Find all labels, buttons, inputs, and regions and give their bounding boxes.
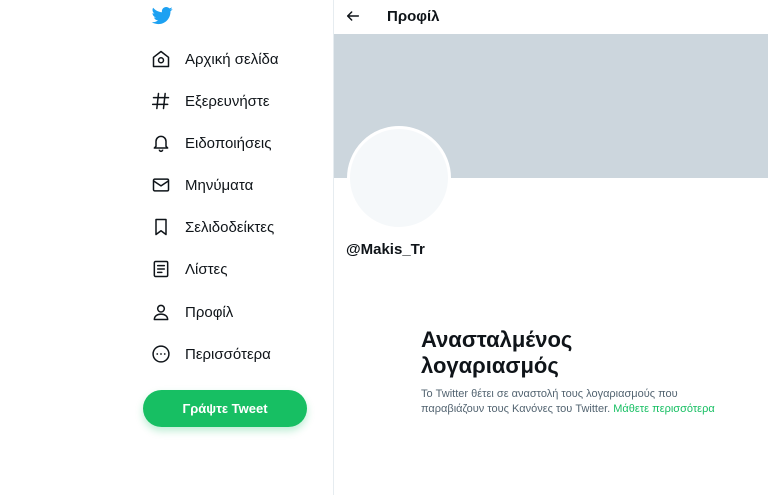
sidebar-item-label: Σελιδοδείκτες (185, 218, 275, 236)
sidebar-item-lists[interactable]: Λίστες (150, 254, 227, 284)
sidebar-item-label: Προφίλ (185, 303, 234, 321)
sidebar-item-notifications[interactable]: Ειδοποιήσεις (150, 128, 271, 158)
sidebar-item-label: Αρχική σελίδα (185, 50, 279, 68)
home-icon (150, 48, 172, 70)
sidebar-item-home[interactable]: Αρχική σελίδα (150, 44, 279, 74)
bell-icon (150, 132, 172, 154)
profile-header: Προφίλ (334, 0, 768, 33)
sidebar-item-bookmarks[interactable]: Σελιδοδείκτες (150, 212, 274, 242)
sidebar-item-label: Εξερευνήστε (185, 92, 270, 110)
person-icon (150, 301, 172, 323)
sidebar-item-explore[interactable]: Εξερευνήστε (150, 86, 270, 116)
avatar[interactable] (347, 126, 451, 230)
arrow-left-icon[interactable] (342, 5, 364, 27)
sidebar-item-label: Ειδοποιήσεις (185, 134, 272, 152)
suspended-title-line1: Ανασταλμένος (421, 327, 573, 352)
sidebar-item-label: Λίστες (185, 260, 228, 278)
sidebar-item-messages[interactable]: Μηνύματα (150, 170, 253, 200)
hashtag-icon (150, 90, 172, 112)
sidebar-item-profile[interactable]: Προφίλ (150, 297, 233, 327)
list-icon (150, 258, 172, 280)
tweet-button[interactable]: Γράψτε Tweet (143, 390, 307, 427)
sidebar-item-label: Μηνύματα (185, 176, 254, 194)
learn-more-link[interactable]: Μάθετε περισσότερα (613, 403, 714, 415)
suspended-title: Ανασταλμένος λογαριασμός (421, 327, 721, 379)
bookmark-icon (150, 216, 172, 238)
profile-handle: @Makis_Tr (346, 241, 425, 258)
sidebar-item-more[interactable]: Περισσότερα (150, 339, 271, 369)
suspended-title-line2: λογαριασμός (421, 353, 559, 378)
more-icon (150, 343, 172, 365)
sidebar: Αρχική σελίδα Εξερευνήστε Ειδοποιήσεις Μ… (0, 0, 333, 495)
suspended-notice: Ανασταλμένος λογαριασμός Το Twitter θέτε… (421, 327, 721, 417)
twitter-bird-icon[interactable] (151, 5, 174, 26)
sidebar-item-label: Περισσότερα (185, 345, 271, 363)
page-title: Προφίλ (387, 8, 440, 25)
suspended-description: Το Twitter θέτει σε αναστολή τους λογαρι… (421, 387, 721, 417)
envelope-icon (150, 174, 172, 196)
profile-column: Προφίλ @Makis_Tr Ανασταλμένος λογαριασμό… (334, 0, 768, 495)
